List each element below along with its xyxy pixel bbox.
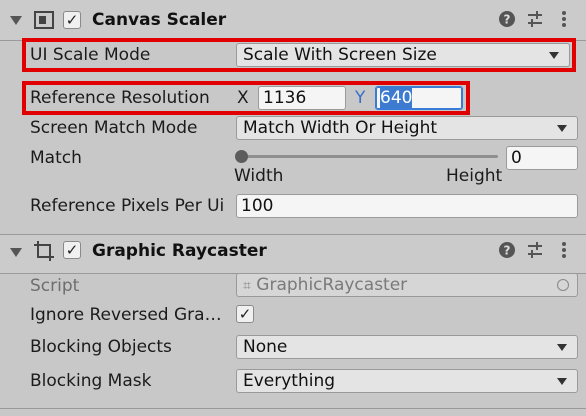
match-label: Match: [30, 148, 82, 168]
presets-icon[interactable]: [526, 10, 544, 32]
reference-resolution-x-label[interactable]: X: [237, 88, 249, 108]
ui-scale-mode-dropdown[interactable]: Scale With Screen Size: [236, 43, 570, 67]
screen-match-mode-dropdown[interactable]: Match Width Or Height: [236, 116, 578, 140]
reference-pixels-per-unit-field[interactable]: 100: [236, 194, 578, 218]
foldout-arrow-icon[interactable]: [10, 16, 22, 25]
reference-resolution-y-field[interactable]: 640: [375, 86, 463, 110]
help-icon[interactable]: ?: [498, 241, 516, 263]
match-height-label: Height: [446, 166, 503, 186]
chevron-down-icon: [549, 52, 559, 59]
reference-pixels-per-unit-label: Reference Pixels Per Ui: [30, 196, 225, 216]
match-slider-track[interactable]: [242, 155, 498, 158]
more-icon[interactable]: [560, 241, 568, 263]
more-icon[interactable]: [560, 10, 568, 32]
ignore-reversed-graphics-label: Ignore Reversed Gra…: [30, 305, 222, 325]
canvas-scaler-title: Canvas Scaler: [92, 10, 227, 30]
bottom-divider: [0, 408, 586, 409]
chevron-down-icon: [557, 344, 567, 351]
script-field: ⌗ GraphicRaycaster: [236, 273, 578, 297]
reference-resolution-y-label[interactable]: Y: [355, 88, 365, 108]
chevron-down-icon: [557, 378, 567, 385]
object-picker-icon: [557, 279, 569, 291]
graphic-raycaster-title: Graphic Raycaster: [92, 241, 267, 261]
script-value: GraphicRaycaster: [256, 275, 408, 295]
ignore-reversed-graphics-checkbox[interactable]: ✓: [236, 305, 254, 323]
foldout-arrow-icon[interactable]: [10, 248, 22, 257]
reference-resolution-x-field[interactable]: 1136: [258, 86, 346, 110]
ui-scale-mode-label: UI Scale Mode: [30, 45, 151, 65]
blocking-mask-label: Blocking Mask: [30, 371, 152, 391]
blocking-objects-label: Blocking Objects: [30, 337, 172, 357]
raycaster-component-icon: [34, 241, 54, 261]
ui-scale-mode-value: Scale With Screen Size: [243, 45, 437, 65]
svg-text:?: ?: [504, 244, 511, 258]
screen-match-mode-value: Match Width Or Height: [243, 118, 438, 138]
match-value-field[interactable]: 0: [506, 146, 578, 170]
reference-resolution-y-value: 640: [380, 88, 413, 108]
blocking-objects-value: None: [243, 337, 288, 357]
blocking-mask-value: Everything: [243, 371, 336, 391]
presets-icon[interactable]: [526, 241, 544, 263]
blocking-mask-dropdown[interactable]: Everything: [236, 369, 578, 393]
svg-text:?: ?: [504, 13, 511, 27]
graphic-raycaster-enabled-checkbox[interactable]: ✓: [63, 241, 81, 259]
match-width-label: Width: [234, 166, 284, 186]
match-slider-thumb[interactable]: [235, 150, 248, 163]
canvas-scaler-enabled-checkbox[interactable]: ✓: [63, 11, 81, 29]
script-component-icon: ⌗: [243, 278, 251, 294]
blocking-objects-dropdown[interactable]: None: [236, 335, 578, 359]
script-label: Script: [30, 276, 80, 296]
reference-resolution-label: Reference Resolution: [30, 88, 210, 108]
screen-match-mode-label: Screen Match Mode: [30, 118, 198, 138]
help-icon[interactable]: ?: [498, 10, 516, 32]
canvas-scaler-component-icon: [34, 11, 54, 29]
chevron-down-icon: [557, 125, 567, 132]
